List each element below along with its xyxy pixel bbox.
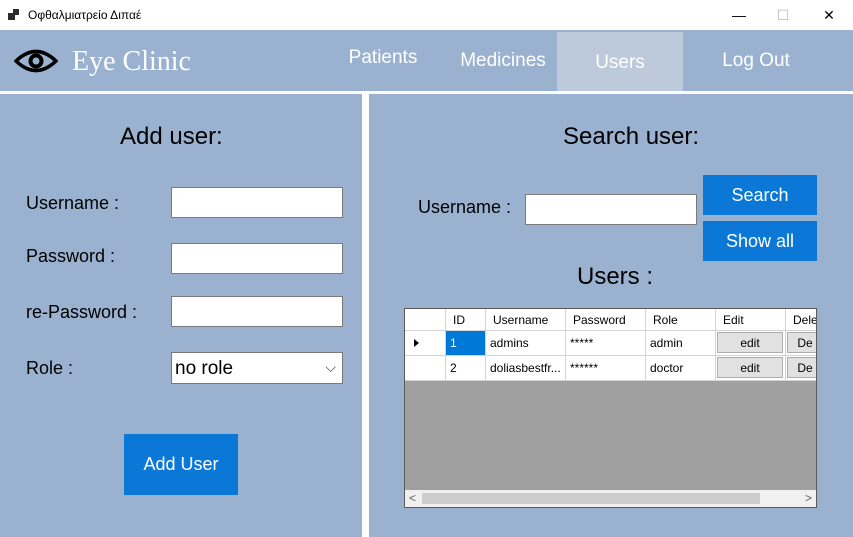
row-header[interactable] [405,356,446,381]
repassword-label: re-Password : [26,302,138,322]
username-label: Username : [26,193,120,213]
repassword-input[interactable] [171,296,343,327]
edit-button[interactable]: edit [717,357,783,378]
column-header-id[interactable]: ID [446,309,486,331]
scroll-thumb[interactable] [422,493,760,504]
nav-patients[interactable]: Patients [342,30,424,91]
current-row-arrow-icon [414,339,419,347]
users-title: Users : [577,263,654,290]
table-cell-id[interactable]: 1 [446,331,486,356]
search-user-title: Search user: [563,123,700,150]
column-header-password[interactable]: Password [566,309,646,331]
search-button[interactable]: Search [703,175,817,215]
show-all-button[interactable]: Show all [703,221,817,261]
table-cell-id[interactable]: 2 [446,356,486,381]
users-grid[interactable]: ID Username Password Role Edit Dele 1 ad… [404,308,817,508]
nav-users[interactable]: Users [557,32,683,91]
search-username-label: Username : [418,197,512,217]
table-cell-username[interactable]: admins [486,331,566,356]
horizontal-scrollbar[interactable]: < > [405,490,816,507]
app-icon [8,9,20,21]
add-user-panel: Add user: Username : Password : re-Passw… [0,94,362,537]
scroll-left-icon[interactable]: < [409,490,416,507]
title-bar: Οφθαλμιατρείο Διπαέ — ☐ ✕ [0,0,853,30]
search-user-panel: Search user: Username : Search Show all … [369,94,853,537]
table-cell-edit: edit [716,331,786,356]
chevron-down-icon: ⌵ [325,359,336,375]
table-cell-username[interactable]: doliasbestfr... [486,356,566,381]
add-user-title: Add user: [120,123,223,150]
header-bar: Eye Clinic Patients Medicines Users Log … [0,30,853,91]
scroll-right-icon[interactable]: > [805,490,812,507]
eye-icon [14,49,58,73]
minimize-button[interactable]: — [716,0,762,30]
role-select[interactable]: no role ⌵ [171,352,343,384]
nav-medicines[interactable]: Medicines [452,30,554,91]
brand-title: Eye Clinic [72,46,191,77]
column-header-username[interactable]: Username [486,309,566,331]
table-cell-password[interactable]: ***** [566,331,646,356]
delete-button[interactable]: De [787,357,816,378]
row-header[interactable] [405,331,446,356]
table-cell-delete: De [786,331,816,356]
edit-button[interactable]: edit [717,332,783,353]
column-header-role[interactable]: Role [646,309,716,331]
nav-logout[interactable]: Log Out [708,30,804,91]
add-user-button[interactable]: Add User [124,434,238,495]
maximize-button[interactable]: ☐ [760,0,806,30]
table-cell-role[interactable]: admin [646,331,716,356]
search-username-input[interactable] [525,194,697,225]
table-cell-delete: De [786,356,816,381]
delete-button[interactable]: De [787,332,816,353]
column-header-delete[interactable]: Dele [786,309,816,331]
table-cell-edit: edit [716,356,786,381]
nav-patients-label: Patients [348,47,418,68]
window-title: Οφθαλμιατρείο Διπαέ [28,8,142,22]
panel-separator [362,94,369,537]
grid-corner-header [405,309,446,331]
username-input[interactable] [171,187,343,218]
password-label: Password : [26,246,116,266]
close-button[interactable]: ✕ [806,0,852,30]
role-label: Role : [26,358,74,378]
password-input[interactable] [171,243,343,274]
table-cell-role[interactable]: doctor [646,356,716,381]
role-select-value: no role [175,358,234,379]
table-cell-password[interactable]: ****** [566,356,646,381]
column-header-edit[interactable]: Edit [716,309,786,331]
